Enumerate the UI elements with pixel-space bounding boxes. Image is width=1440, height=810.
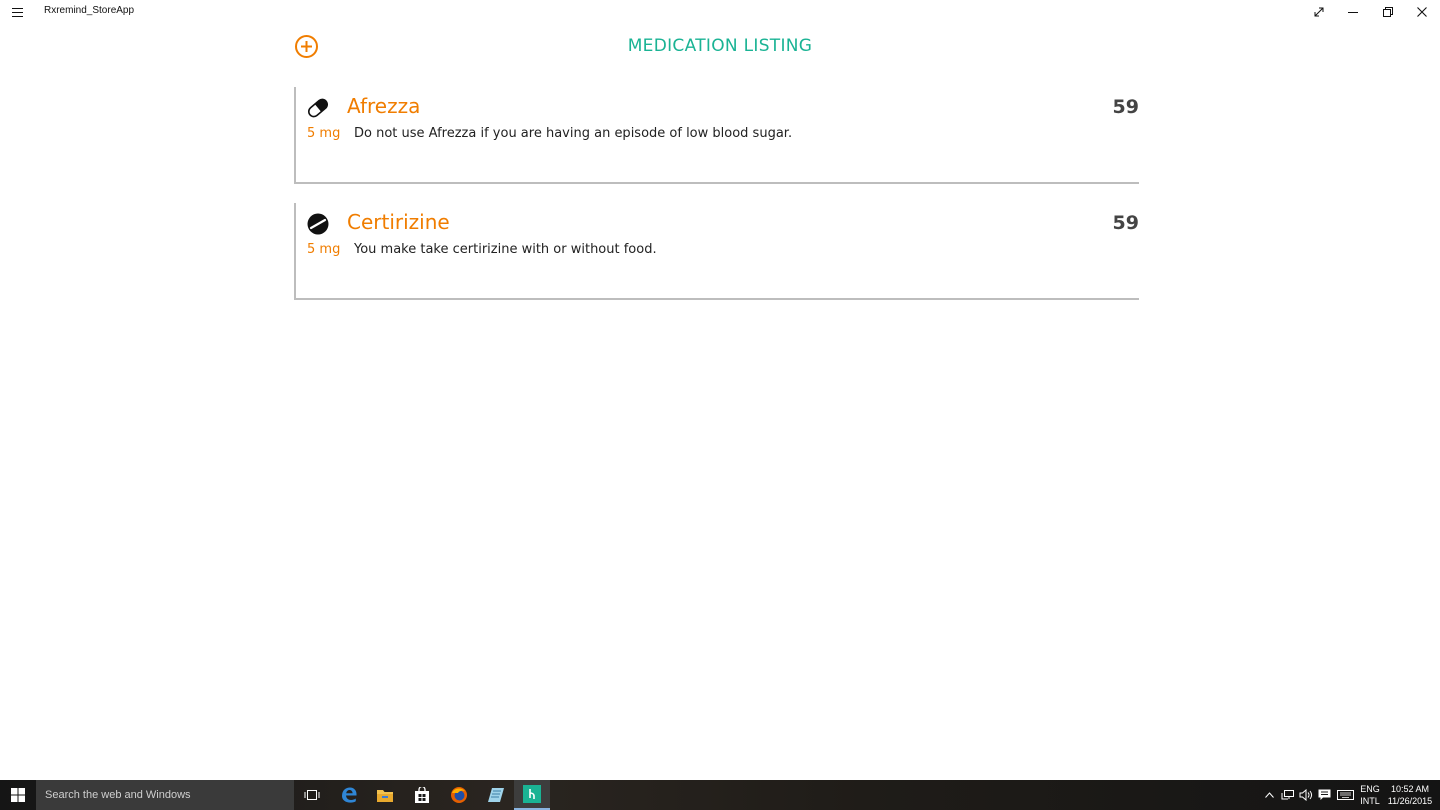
file-explorer-icon[interactable] [367, 780, 403, 810]
rxremind-app-icon[interactable] [514, 780, 550, 810]
taskbar-search-box[interactable]: Search the web and Windows [36, 780, 294, 810]
clock[interactable]: 10:52 AM 11/26/2015 [1386, 780, 1434, 810]
firefox-icon[interactable] [441, 780, 477, 810]
restore-icon[interactable] [1371, 0, 1405, 24]
clock-date: 11/26/2015 [1387, 796, 1433, 806]
language-indicator[interactable]: ENG INTL [1356, 780, 1384, 810]
keyboard-icon[interactable] [1334, 780, 1356, 810]
capsule-icon [307, 98, 329, 118]
notes-app-icon[interactable] [478, 780, 514, 810]
tablet-icon [307, 213, 329, 235]
network-icon[interactable] [1279, 780, 1297, 810]
windows-start-icon[interactable] [0, 780, 36, 810]
fullscreen-icon[interactable] [1302, 0, 1336, 24]
medication-dose: 5 mg [307, 242, 341, 257]
edge-browser-icon[interactable] [331, 780, 367, 810]
language-layout: INTL [1360, 796, 1380, 806]
medication-name: Certirizine [347, 210, 450, 234]
taskbar: Search the web and Windows ENG INTL 10:5… [0, 780, 1440, 810]
medication-note: You make take certirizine with or withou… [354, 242, 657, 257]
medication-item-certirizine[interactable]: Certirizine 59 5 mg You make take certir… [294, 203, 1139, 300]
title-bar: Rxremind_StoreApp [0, 0, 1440, 24]
search-placeholder: Search the web and Windows [45, 789, 191, 801]
app-title: Rxremind_StoreApp [44, 5, 135, 16]
medication-dose: 5 mg [307, 126, 341, 141]
notifications-icon[interactable] [1315, 780, 1333, 810]
minimize-icon[interactable] [1336, 0, 1370, 24]
medication-count: 59 [1112, 212, 1139, 234]
task-view-icon[interactable] [294, 780, 330, 810]
language-code: ENG [1360, 784, 1380, 794]
medication-name: Afrezza [347, 94, 421, 118]
close-icon[interactable] [1405, 0, 1439, 24]
store-icon[interactable] [404, 780, 440, 810]
page-title: MEDICATION LISTING [627, 36, 813, 56]
medication-item-afrezza[interactable]: Afrezza 59 5 mg Do not use Afrezza if yo… [294, 87, 1139, 184]
hamburger-menu-icon[interactable] [6, 2, 28, 22]
volume-icon[interactable] [1297, 780, 1315, 810]
medication-count: 59 [1112, 96, 1139, 118]
medication-note: Do not use Afrezza if you are having an … [354, 126, 793, 141]
chevron-up-icon[interactable] [1261, 780, 1277, 810]
clock-time: 10:52 AM [1390, 784, 1429, 794]
medication-list: Afrezza 59 5 mg Do not use Afrezza if yo… [294, 87, 1139, 319]
